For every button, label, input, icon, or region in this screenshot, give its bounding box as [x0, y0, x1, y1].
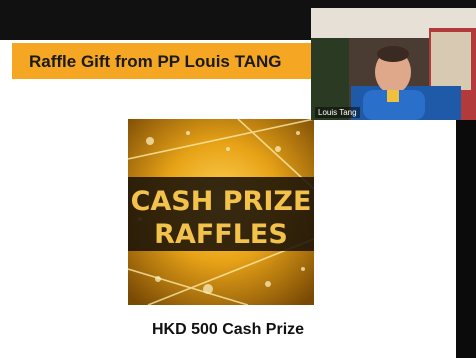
- slide-title: Raffle Gift from PP Louis TANG: [29, 52, 282, 71]
- prize-caption: HKD 500 Cash Prize: [151, 321, 305, 338]
- image-text-line1: CASH PRIZE: [131, 186, 312, 217]
- cash-prize-raffles-image: CASH PRIZE RAFFLES: [128, 119, 314, 305]
- participant-name-label: Louis Tang: [315, 107, 360, 118]
- participant-video-tile[interactable]: Louis Tang: [311, 8, 476, 120]
- image-text-line2: RAFFLES: [154, 219, 288, 250]
- screen-edge: [456, 120, 476, 358]
- video-feed: [311, 8, 476, 120]
